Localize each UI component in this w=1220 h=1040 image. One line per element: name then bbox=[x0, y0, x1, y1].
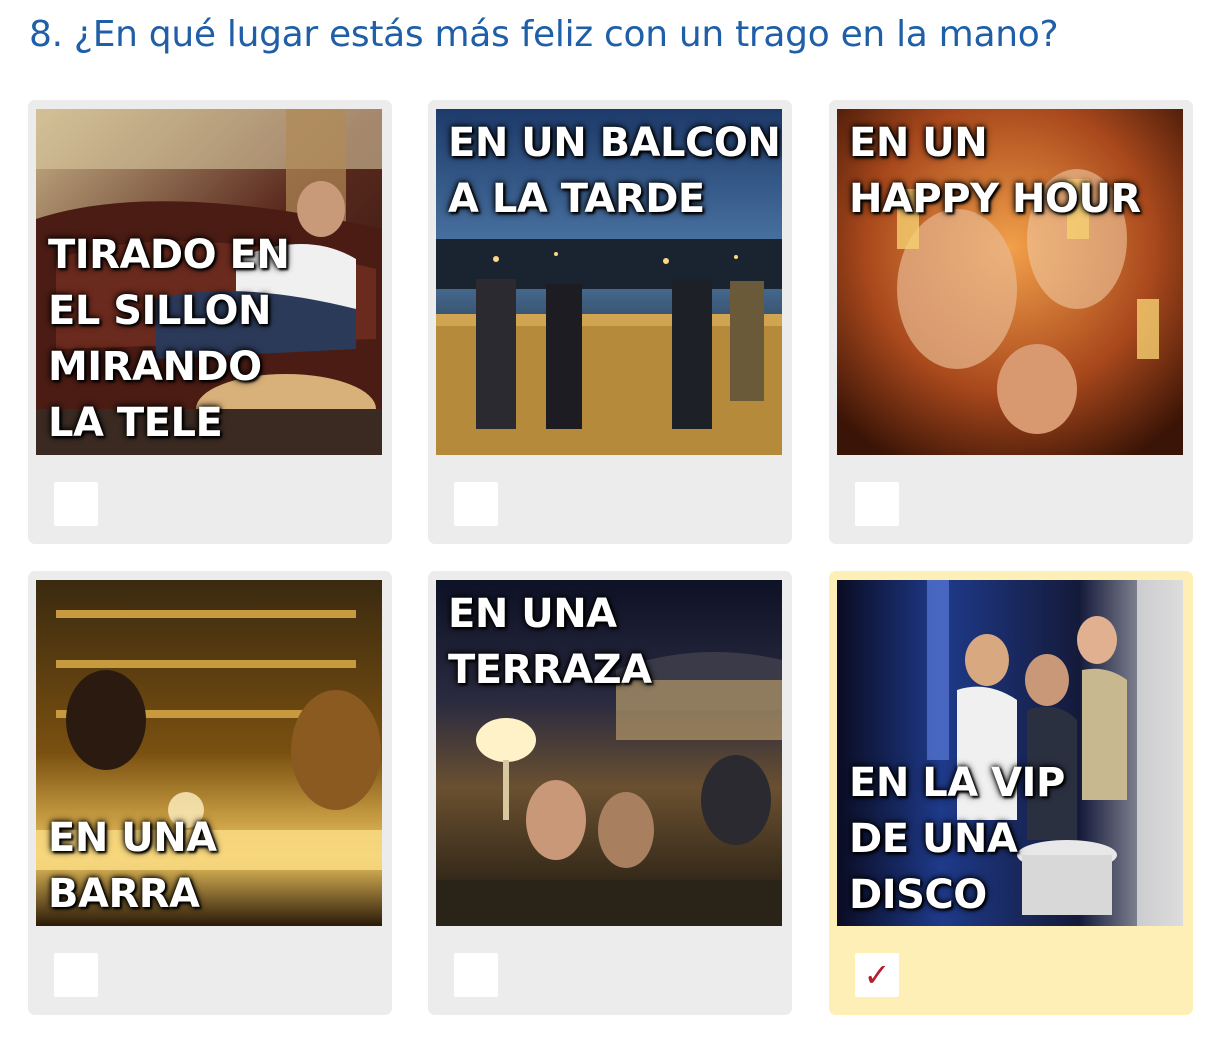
caption-line: TERRAZA bbox=[448, 647, 652, 693]
caption-line: HAPPY HOUR bbox=[849, 176, 1141, 222]
option-caption-happy-hour: EN UN HAPPY HOUR bbox=[849, 115, 1141, 227]
option-checkbox-vip-disco[interactable]: ✓ bbox=[855, 953, 899, 997]
answer-option-terraza[interactable]: EN UNA TERRAZA bbox=[428, 571, 792, 1015]
option-caption-balcon: EN UN BALCON A LA TARDE bbox=[448, 115, 781, 227]
answer-option-happy-hour[interactable]: EN UN HAPPY HOUR bbox=[829, 100, 1193, 544]
option-caption-barra: EN UNA BARRA bbox=[48, 810, 217, 922]
checkmark-icon: ✓ bbox=[863, 956, 891, 994]
caption-line: EN UN BALCON bbox=[448, 120, 781, 166]
caption-line: LA TELE bbox=[48, 400, 223, 446]
caption-line: BARRA bbox=[48, 871, 200, 917]
option-caption-sillon: TIRADO EN EL SILLON MIRANDO LA TELE bbox=[48, 227, 290, 451]
caption-line: EN UN bbox=[849, 120, 988, 166]
option-checkbox-terraza[interactable] bbox=[454, 953, 498, 997]
option-image-vip-disco: EN LA VIP DE UNA DISCO bbox=[837, 580, 1183, 926]
caption-line: A LA TARDE bbox=[448, 176, 705, 222]
caption-line: MIRANDO bbox=[48, 344, 262, 390]
caption-line: EN UNA bbox=[448, 591, 617, 637]
option-image-sillon: TIRADO EN EL SILLON MIRANDO LA TELE bbox=[36, 109, 382, 455]
caption-line: DISCO bbox=[849, 872, 987, 918]
caption-line: DE UNA bbox=[849, 816, 1018, 862]
option-image-barra: EN UNA BARRA bbox=[36, 580, 382, 926]
option-caption-vip-disco: EN LA VIP DE UNA DISCO bbox=[849, 755, 1065, 923]
question-title: 8. ¿En qué lugar estás más feliz con un … bbox=[29, 14, 1059, 55]
answer-option-vip-disco[interactable]: EN LA VIP DE UNA DISCO ✓ bbox=[829, 571, 1193, 1015]
caption-line: EN UNA bbox=[48, 815, 217, 861]
option-image-happy-hour: EN UN HAPPY HOUR bbox=[837, 109, 1183, 455]
option-image-terraza: EN UNA TERRAZA bbox=[436, 580, 782, 926]
answer-option-barra[interactable]: EN UNA BARRA bbox=[28, 571, 392, 1015]
option-image-balcon: EN UN BALCON A LA TARDE bbox=[436, 109, 782, 455]
option-checkbox-happy-hour[interactable] bbox=[855, 482, 899, 526]
caption-line: EN LA VIP bbox=[849, 760, 1065, 806]
answer-option-balcon[interactable]: EN UN BALCON A LA TARDE bbox=[428, 100, 792, 544]
caption-line: TIRADO EN bbox=[48, 232, 290, 278]
option-checkbox-barra[interactable] bbox=[54, 953, 98, 997]
option-checkbox-sillon[interactable] bbox=[54, 482, 98, 526]
caption-line: EL SILLON bbox=[48, 288, 271, 334]
answer-option-sillon[interactable]: TIRADO EN EL SILLON MIRANDO LA TELE bbox=[28, 100, 392, 544]
option-checkbox-balcon[interactable] bbox=[454, 482, 498, 526]
option-caption-terraza: EN UNA TERRAZA bbox=[448, 586, 652, 698]
